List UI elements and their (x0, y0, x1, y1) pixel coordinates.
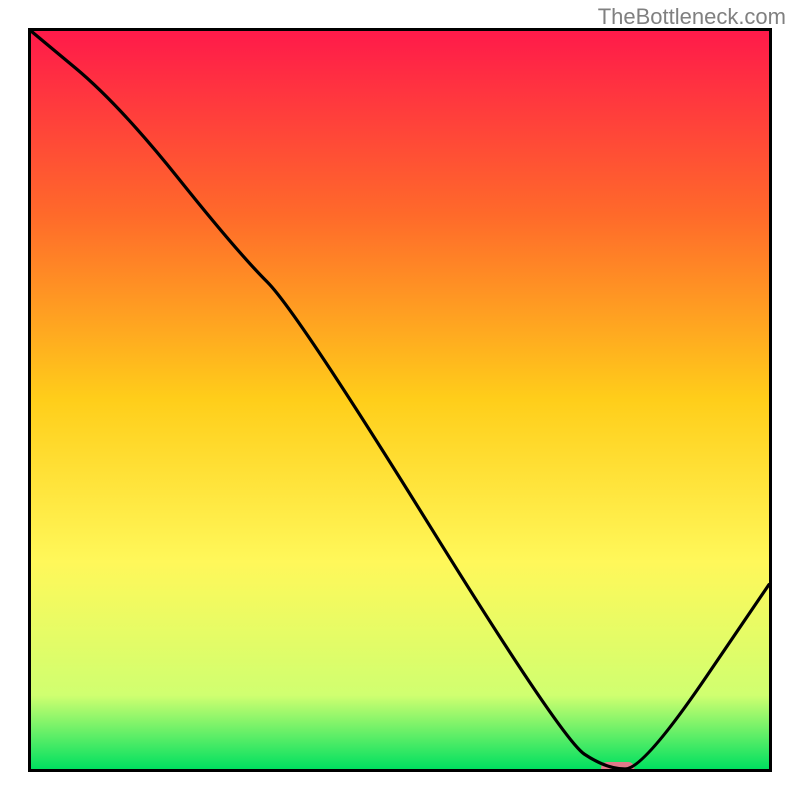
chart-frame (28, 28, 772, 772)
chart-svg (28, 28, 772, 772)
background-rect (31, 31, 769, 769)
chart-container: TheBottleneck.com (0, 0, 800, 800)
watermark-text: TheBottleneck.com (598, 4, 786, 30)
